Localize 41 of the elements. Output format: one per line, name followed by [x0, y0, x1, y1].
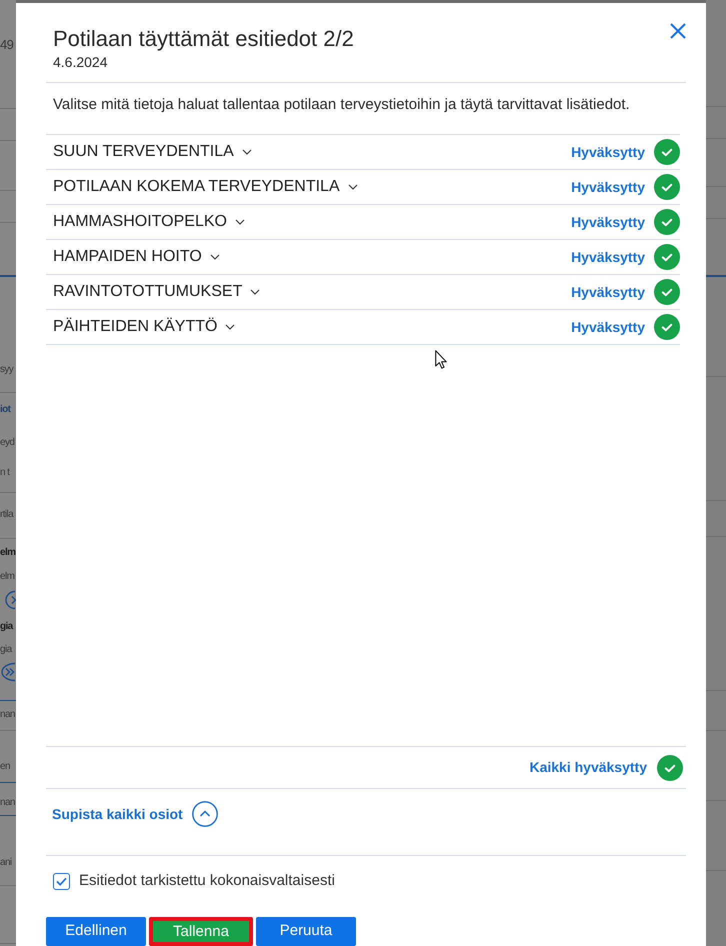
background-text: eyd	[0, 436, 14, 450]
dialog-button[interactable]: Peruuta	[256, 917, 356, 946]
close-button[interactable]	[670, 23, 686, 39]
status-label: Hyväksytty	[571, 282, 645, 302]
status-label: Hyväksytty	[571, 212, 645, 232]
background-text: nan	[0, 796, 15, 810]
section-toggle[interactable]: PÄIHTEIDEN KÄYTTÖ	[53, 317, 236, 337]
checkmark-icon	[56, 876, 67, 886]
dialog-date: 4.6.2024	[53, 53, 108, 71]
checkbox-label: Esitiedot tarkistettu kokonaisvaltaisesti	[79, 872, 335, 890]
close-icon	[670, 23, 686, 39]
checkbox[interactable]	[53, 872, 70, 890]
instructions-text: Valitse mitä tietoja haluat tallentaa potilaan terveystietoihin ja täytä tarvittavat lisätiedot.	[52, 95, 631, 115]
background-text: iot	[0, 403, 10, 417]
background-text: en	[0, 760, 10, 774]
background-text: elm	[0, 546, 16, 560]
status-label: Hyväksytty	[571, 318, 645, 337]
background-text: n t	[0, 466, 10, 480]
status-label: Hyväksytty	[571, 142, 645, 162]
section-toggle[interactable]: HAMMASHOITOPELKO	[53, 212, 245, 232]
section-toggle[interactable]: HAMPAIDEN HOITO	[53, 247, 220, 267]
section-toggle[interactable]: SUUN TERVEYDENTILA	[53, 142, 252, 162]
background-text: rtila	[0, 508, 14, 522]
dialog-button[interactable]: Edellinen	[46, 917, 146, 946]
summary-status-label: Kaikki hyväksytty	[529, 758, 647, 777]
background-text: elm	[0, 570, 14, 584]
chevron-up-circle-icon	[192, 801, 218, 827]
circle-double-chevron-icon[interactable]	[0, 662, 16, 682]
background-text: 49	[0, 37, 14, 53]
background-text: gia	[0, 620, 13, 634]
dialog-title: Potilaan täyttämät esitiedot 2/2	[53, 25, 354, 53]
background-text: ani	[0, 856, 12, 870]
collapse-all-button[interactable]: Supista kaikki osiot	[52, 801, 218, 827]
status-label: Hyväksytty	[571, 248, 645, 267]
background-text: nan	[0, 708, 15, 722]
background-text: syy	[0, 363, 14, 377]
section-toggle[interactable]: RAVINTOTOTTUMUKSET	[53, 282, 260, 302]
status-label: Hyväksytty	[571, 178, 645, 197]
section-toggle[interactable]: POTILAAN KOKEMA TERVEYDENTILA	[53, 177, 358, 197]
background-text: gia	[0, 643, 12, 657]
mouse-cursor-icon	[435, 350, 447, 369]
